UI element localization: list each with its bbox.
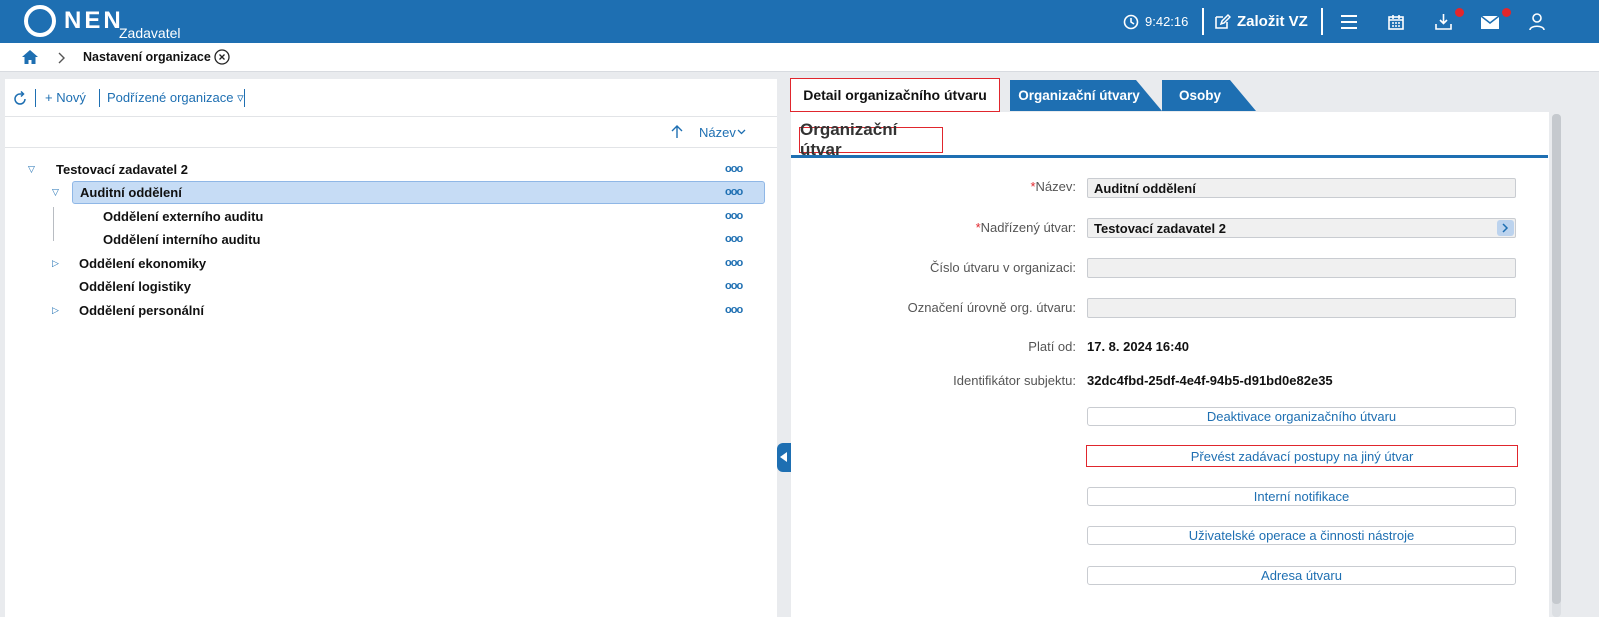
more-options-icon[interactable]: ooo bbox=[725, 210, 743, 222]
more-options-icon[interactable]: ooo bbox=[725, 280, 743, 292]
top-bar: NEN Zadavatel 9:42:16 Založit VZ bbox=[0, 0, 1599, 43]
collapsed-toggle-icon[interactable]: ▷ bbox=[52, 305, 59, 316]
expanded-toggle-icon[interactable]: ▽ bbox=[28, 164, 35, 175]
create-vz-button[interactable]: Založit VZ bbox=[1214, 0, 1308, 43]
logo-subtitle: Zadavatel bbox=[119, 25, 181, 41]
sub-orgs-dropdown[interactable]: Podřízené organizace ▿ bbox=[107, 90, 244, 106]
hamburger-icon bbox=[1341, 14, 1357, 29]
chevron-right-icon bbox=[58, 52, 65, 64]
valid-from-value: 17. 8. 2024 16:40 bbox=[1087, 339, 1189, 354]
download-badge-icon bbox=[1455, 8, 1464, 17]
tree-item[interactable]: Oddělení logistiky bbox=[79, 275, 191, 298]
subject-id-value: 32dc4fbd-25df-4e4f-94b5-d91bd0e82e35 bbox=[1087, 373, 1333, 388]
tab-persons[interactable]: Osoby bbox=[1162, 80, 1256, 111]
open-parent-button[interactable] bbox=[1497, 220, 1514, 236]
menu-button[interactable] bbox=[1341, 0, 1357, 43]
downloads-button[interactable] bbox=[1435, 0, 1452, 43]
unit-number-field[interactable] bbox=[1087, 258, 1516, 278]
scrollbar-thumb[interactable] bbox=[1552, 114, 1561, 604]
clock-icon bbox=[1123, 14, 1139, 29]
user-button[interactable] bbox=[1529, 0, 1545, 43]
logo-text[interactable]: NEN bbox=[64, 7, 124, 35]
internal-notifications-button[interactable]: Interní notifikace bbox=[1087, 487, 1516, 506]
nen-logo-icon[interactable] bbox=[24, 5, 56, 37]
create-vz-label: Založit VZ bbox=[1237, 13, 1308, 30]
tree-item-label: Auditní oddělení bbox=[80, 185, 182, 200]
transfer-procedures-button[interactable]: Převést zadávací postupy na jiný útvar bbox=[1086, 445, 1518, 467]
valid-from-label: Platí od: bbox=[1028, 339, 1076, 354]
unit-number-label: Číslo útvaru v organizaci: bbox=[930, 260, 1076, 275]
sort-bar: Název bbox=[5, 117, 777, 148]
tree-item-label: Oddělení logistiky bbox=[79, 279, 191, 294]
parent-unit-label: *Nadřízený útvar: bbox=[880, 220, 1076, 235]
name-label-text: Název: bbox=[1035, 179, 1076, 194]
user-operations-button[interactable]: Uživatelské operace a činnosti nástroje bbox=[1087, 526, 1516, 545]
download-icon bbox=[1435, 14, 1452, 30]
breadcrumb-current: Nastavení organizace bbox=[83, 50, 211, 64]
divider bbox=[99, 89, 100, 107]
subject-id-label: Identifikátor subjektu: bbox=[953, 373, 1076, 388]
more-options-icon[interactable]: ooo bbox=[725, 304, 743, 316]
messages-button[interactable] bbox=[1481, 0, 1499, 43]
divider bbox=[1202, 8, 1204, 35]
time-value: 9:42:16 bbox=[1145, 14, 1189, 29]
tree-item[interactable]: Oddělení externího auditu bbox=[103, 205, 263, 228]
tree-item[interactable]: Oddělení personální bbox=[79, 299, 204, 322]
tree-item-label: Oddělení personální bbox=[79, 303, 204, 318]
tab-detail[interactable]: Detail organizačního útvaru bbox=[790, 78, 1000, 112]
sort-field-dropdown[interactable]: Název bbox=[699, 125, 736, 140]
name-field[interactable]: Auditní oddělení bbox=[1087, 178, 1516, 198]
mail-badge-icon bbox=[1502, 8, 1511, 17]
user-icon bbox=[1529, 12, 1545, 30]
tree-item-selected[interactable]: Auditní oddělení bbox=[72, 181, 765, 204]
expanded-toggle-icon[interactable]: ▽ bbox=[52, 187, 59, 198]
calendar-button[interactable] bbox=[1388, 0, 1404, 43]
edit-icon bbox=[1215, 13, 1231, 29]
calendar-icon bbox=[1388, 14, 1404, 30]
parent-unit-field[interactable]: Testovací zadavatel 2 bbox=[1087, 218, 1516, 238]
tree-item-label: Oddělení ekonomiky bbox=[79, 256, 207, 271]
session-timer: 9:42:16 bbox=[1123, 0, 1188, 43]
more-options-icon[interactable]: ooo bbox=[725, 257, 743, 269]
new-button[interactable]: + Nový bbox=[45, 90, 86, 105]
chevron-down-icon[interactable] bbox=[737, 129, 746, 135]
sort-ascending-icon[interactable] bbox=[671, 125, 683, 139]
chevron-right-icon bbox=[1502, 223, 1509, 233]
name-label: *Název: bbox=[880, 179, 1076, 194]
tree-item-label: Oddělení externího auditu bbox=[103, 209, 264, 224]
section-title: Organizační útvar bbox=[799, 120, 943, 159]
unit-address-button[interactable]: Adresa útvaru bbox=[1087, 566, 1516, 585]
collapsed-toggle-icon[interactable]: ▷ bbox=[52, 258, 59, 269]
divider bbox=[35, 89, 36, 107]
close-icon[interactable] bbox=[214, 49, 230, 65]
org-tree-panel: + Nový Podřízené organizace ▿ Název ▽ Te… bbox=[5, 79, 777, 617]
tree-item-label: Testovací zadavatel 2 bbox=[56, 162, 188, 177]
tree-item[interactable]: Oddělení ekonomiky bbox=[79, 252, 206, 275]
mail-icon bbox=[1481, 14, 1499, 29]
section-underline bbox=[791, 155, 1548, 158]
more-options-icon[interactable]: ooo bbox=[725, 186, 743, 198]
panel-collapse-handle[interactable] bbox=[777, 443, 791, 472]
level-label: Označení úrovně org. útvaru: bbox=[907, 300, 1076, 315]
more-options-icon[interactable]: ooo bbox=[725, 163, 743, 175]
breadcrumb: Nastavení organizace bbox=[0, 43, 1599, 72]
deactivate-button[interactable]: Deaktivace organizačního útvaru bbox=[1087, 407, 1516, 426]
more-options-icon[interactable]: ooo bbox=[725, 233, 743, 245]
divider bbox=[244, 89, 245, 107]
divider bbox=[1321, 8, 1323, 35]
tree-item[interactable]: Testovací zadavatel 2 bbox=[56, 158, 188, 181]
parent-unit-label-text: Nadřízený útvar: bbox=[980, 220, 1076, 235]
home-icon[interactable] bbox=[21, 49, 39, 65]
tab-org-units[interactable]: Organizační útvary bbox=[1010, 80, 1162, 111]
tree-item[interactable]: Oddělení interního auditu bbox=[103, 228, 260, 251]
tree-item-label: Oddělení interního auditu bbox=[103, 232, 261, 247]
refresh-icon[interactable] bbox=[12, 91, 28, 107]
tree-toolbar: + Nový Podřízené organizace ▿ bbox=[5, 79, 777, 117]
level-field[interactable] bbox=[1087, 298, 1516, 318]
tree-guide-line bbox=[53, 207, 54, 241]
